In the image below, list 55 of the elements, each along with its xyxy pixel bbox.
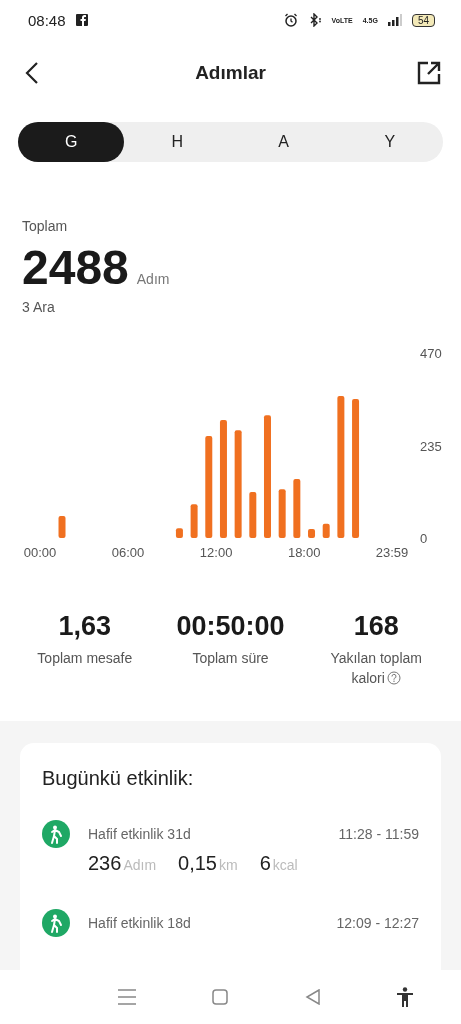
stat-value: 168 <box>353 611 399 642</box>
activity-time: 11:28 - 11:59 <box>338 826 419 842</box>
total-steps: 2488 <box>22 240 129 295</box>
activity-name: Hafif etkinlik 31d <box>88 826 191 842</box>
chart-bar <box>293 478 301 538</box>
metric-value: 236 <box>88 852 122 874</box>
metric-value: 6 <box>259 852 271 874</box>
home-icon[interactable] <box>212 989 229 1005</box>
period-tab[interactable]: H <box>124 122 231 162</box>
chart-bar <box>249 491 257 538</box>
x-tick-label: 12:00 <box>199 545 233 560</box>
chart-bar <box>308 528 315 538</box>
metric-unit: Adım <box>123 857 157 873</box>
chart-bar <box>175 528 183 538</box>
chart-bar <box>190 504 198 538</box>
facebook-icon <box>75 14 88 26</box>
chart-bar <box>58 515 66 538</box>
activity-title: Bugünkü etkinlik: <box>42 767 195 790</box>
metric-value: 0,15 <box>178 852 217 874</box>
page-title: Adımlar <box>195 62 266 84</box>
metric-unit: kcal <box>272 857 298 873</box>
help-icon[interactable] <box>386 671 401 685</box>
stat-value: 00:50:00 <box>176 611 285 642</box>
period-tab[interactable]: Y <box>336 122 443 162</box>
x-tick-label: 06:00 <box>111 545 145 560</box>
stat-label: Yakılan toplam kalori <box>329 649 423 688</box>
period-tab[interactable]: A <box>230 122 337 162</box>
alarm-icon <box>283 13 298 27</box>
total-label: Toplam <box>22 218 69 234</box>
menu-icon[interactable] <box>118 989 137 1005</box>
stat-label: Toplam mesafe <box>37 649 133 668</box>
back-icon[interactable] <box>304 989 321 1005</box>
share-button[interactable] <box>415 59 443 87</box>
battery-level: 54 <box>411 13 435 27</box>
date-label: 3 Ara <box>22 299 56 315</box>
signal-icon <box>387 14 402 26</box>
x-tick-label: 00:00 <box>23 545 57 560</box>
stat-label: Toplam süre <box>192 649 269 668</box>
y-tick-label: 0 <box>420 531 428 546</box>
walking-person-icon <box>42 909 70 937</box>
period-tab[interactable]: G <box>18 122 125 162</box>
x-tick-label: 18:00 <box>287 545 321 560</box>
walking-person-icon <box>42 820 70 848</box>
y-tick-label: 235 <box>420 438 442 454</box>
status-time: 08:48 <box>28 11 66 29</box>
x-tick-label: 23:59 <box>375 545 409 560</box>
steps-unit: Adım <box>136 271 170 287</box>
accessibility-icon[interactable] <box>396 987 413 1007</box>
stat-value: 1,63 <box>58 611 112 642</box>
activity-time: 12:09 - 12:27 <box>336 915 419 931</box>
chart-bar <box>322 523 330 538</box>
y-tick-label: 470 <box>420 346 442 361</box>
chart-bar <box>278 489 286 538</box>
metric-unit: km <box>219 857 238 873</box>
activity-name: Hafif etkinlik 18d <box>88 915 191 931</box>
